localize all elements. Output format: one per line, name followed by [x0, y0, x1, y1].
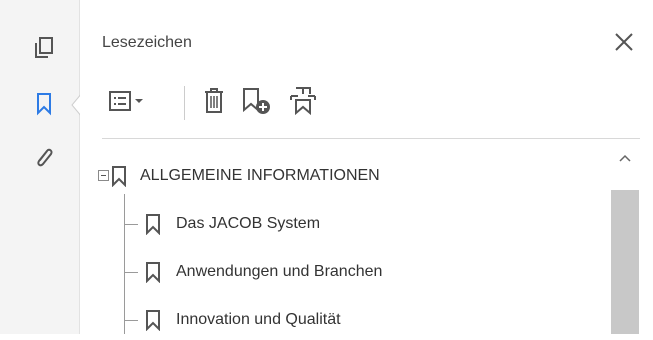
list-options-icon[interactable] — [106, 84, 150, 118]
bookmark-icon — [146, 262, 160, 283]
bookmark-label: Innovation und Qualität — [176, 311, 341, 328]
vertical-scrollbar[interactable] — [611, 140, 639, 334]
bookmark-label: Das JACOB System — [176, 215, 321, 232]
bookmark-item[interactable]: Innovation und Qualität — [144, 300, 341, 340]
bookmark-root[interactable]: ALLGEMEINE INFORMATIONEN — [110, 156, 380, 196]
bookmark-label: ALLGEMEINE INFORMATIONEN — [140, 167, 380, 184]
bookmark-tree: ALLGEMEINE INFORMATIONEN Das JACOB Syste… — [80, 140, 580, 334]
trash-icon[interactable] — [200, 84, 228, 118]
bookmark-label: Anwendungen und Branchen — [176, 263, 383, 280]
bookmark-add-icon[interactable] — [240, 84, 274, 118]
bookmark-item[interactable]: Das JACOB System — [144, 204, 320, 244]
toolbar-separator — [184, 86, 185, 120]
bookmark-item[interactable]: Anwendungen und Branchen — [144, 252, 382, 292]
bookmark-icon — [146, 214, 160, 235]
bookmarks-panel: Lesezeichen ALLGEMEINE INFORMATIONEN Das… — [80, 0, 653, 334]
tree-connector — [124, 320, 138, 321]
bookmark-icon — [112, 166, 126, 187]
tree-connector — [124, 194, 125, 334]
collapse-toggle-icon[interactable] — [98, 170, 109, 181]
bookmark-icon[interactable] — [30, 90, 58, 118]
tree-connector — [124, 224, 138, 225]
panel-divider — [102, 138, 640, 139]
close-icon[interactable] — [608, 26, 640, 58]
scroll-up-arrow-icon[interactable] — [611, 148, 639, 168]
panel-title: Lesezeichen — [102, 34, 192, 51]
bookmarks-toolbar — [102, 82, 642, 122]
navigation-rail — [0, 0, 83, 334]
scrollbar-thumb[interactable] — [611, 190, 639, 334]
paperclip-icon[interactable] — [30, 144, 58, 172]
pages-icon[interactable] — [30, 34, 58, 62]
tree-connector — [124, 272, 138, 273]
bookmark-expand-icon[interactable] — [286, 84, 320, 118]
bookmark-icon — [146, 310, 160, 331]
